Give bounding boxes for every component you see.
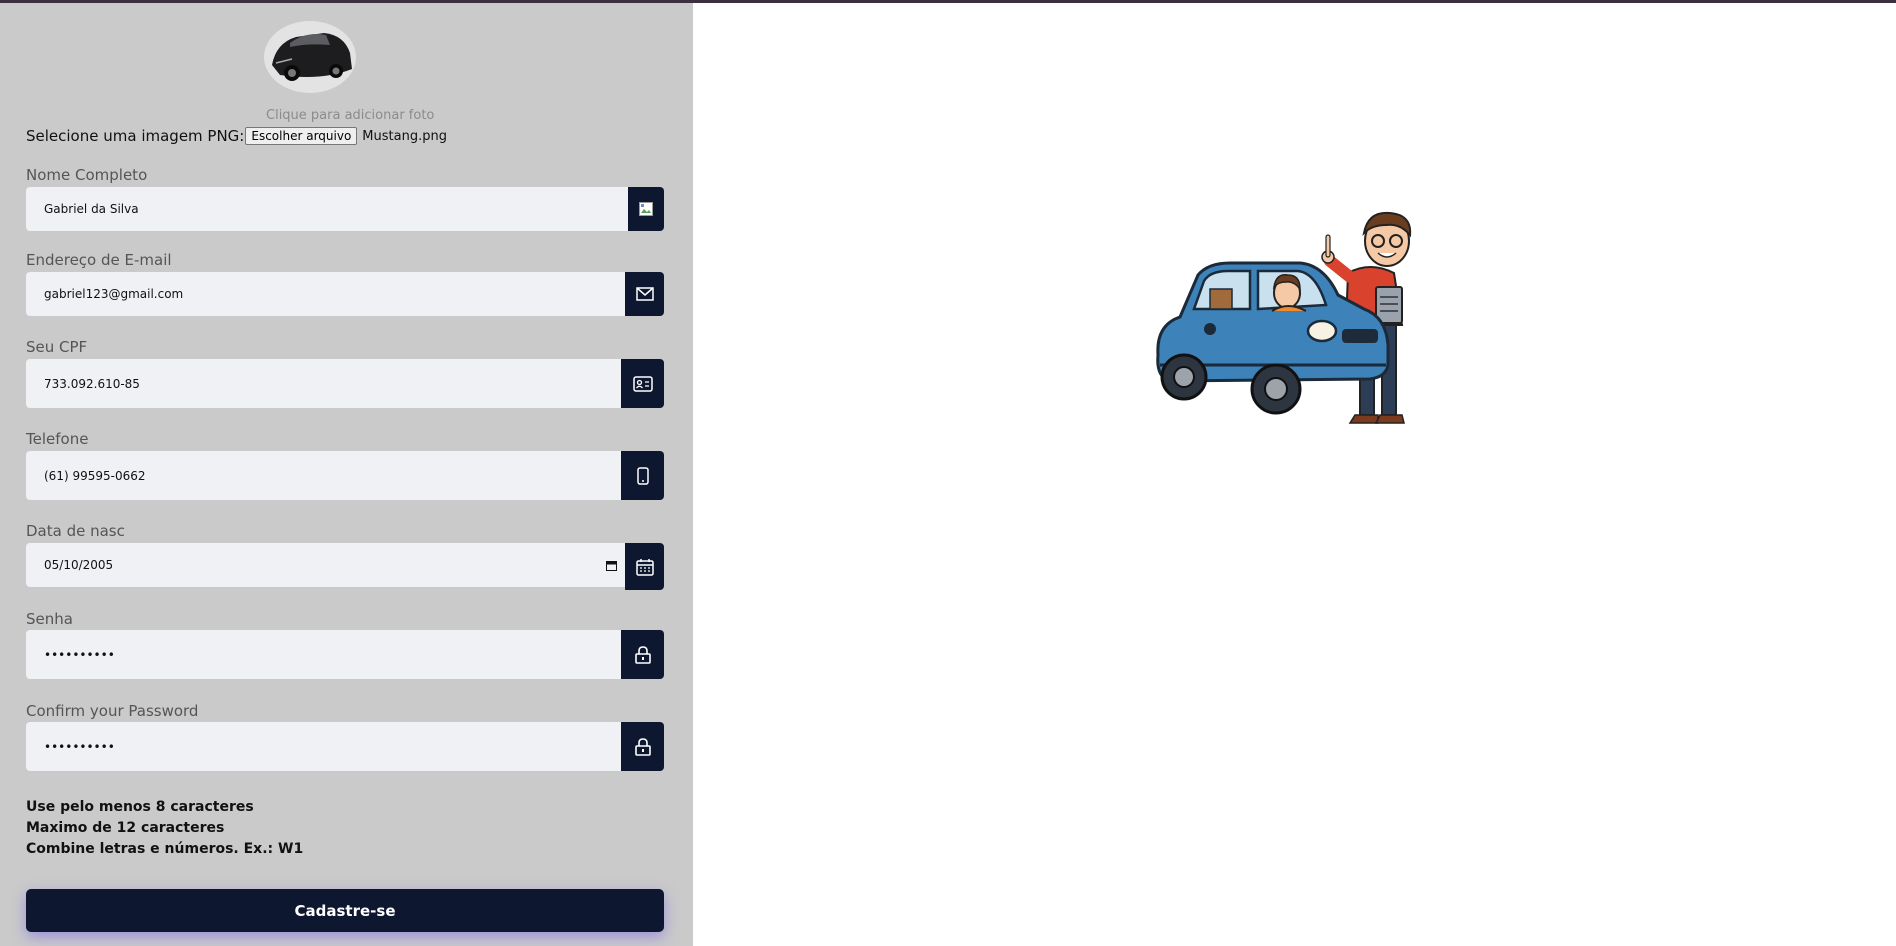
file-name: Mustang.png [362,128,447,144]
lock-icon [634,737,651,756]
date-picker-icon[interactable] [606,560,617,571]
password-label: Senha [26,610,73,628]
calendar-icon [635,558,654,576]
id-card-icon [632,375,653,392]
confirm-icon-box [621,722,664,771]
phone-icon [636,466,649,485]
birth-value: 05/10/2005 [44,558,114,572]
photo-hint: Clique para adicionar foto [266,108,435,123]
signup-panel: Clique para adicionar foto Selecione uma… [0,3,693,946]
password-rule: Use pelo menos 8 caracteres [26,799,254,815]
password-field[interactable]: •••••••••• [26,630,621,679]
name-field[interactable]: Gabriel da Silva [26,187,628,231]
phone-label: Telefone [26,430,89,448]
cpf-field[interactable]: 733.092.610-85 [26,359,621,408]
password-rule: Combine letras e números. Ex.: W1 [26,841,304,857]
file-input-label: Selecione uma imagem PNG: [26,127,245,145]
cpf-label: Seu CPF [26,338,88,356]
birth-label: Data de nasc [26,522,125,540]
mail-icon [635,287,654,301]
broken-image-icon [639,202,653,216]
email-field[interactable]: gabriel123@gmail.com [26,272,625,316]
email-icon-box [625,272,664,316]
cpf-icon-box [621,359,664,408]
phone-icon-box [621,451,664,500]
password-rule: Maximo de 12 caracteres [26,820,225,836]
profile-photo[interactable] [262,13,358,93]
signup-button[interactable]: Cadastre-se [26,889,664,932]
birth-field[interactable]: 05/10/2005 [26,543,625,587]
choose-file-button[interactable]: Escolher arquivo [245,127,358,145]
password-rules: Use pelo menos 8 caracteres Maximo de 12… [26,797,303,860]
driving-lesson-illustration [1156,211,1412,424]
confirm-label: Confirm your Password [26,702,199,720]
birth-icon-box [625,543,664,590]
email-label: Endereço de E-mail [26,251,172,269]
confirm-field[interactable]: •••••••••• [26,722,621,771]
lock-icon [634,645,651,664]
name-icon-box [628,187,664,231]
phone-field[interactable]: (61) 99595-0662 [26,451,621,500]
password-icon-box [621,630,664,679]
name-label: Nome Completo [26,166,148,184]
file-input-row: Selecione uma imagem PNG: Escolher arqui… [26,127,447,145]
